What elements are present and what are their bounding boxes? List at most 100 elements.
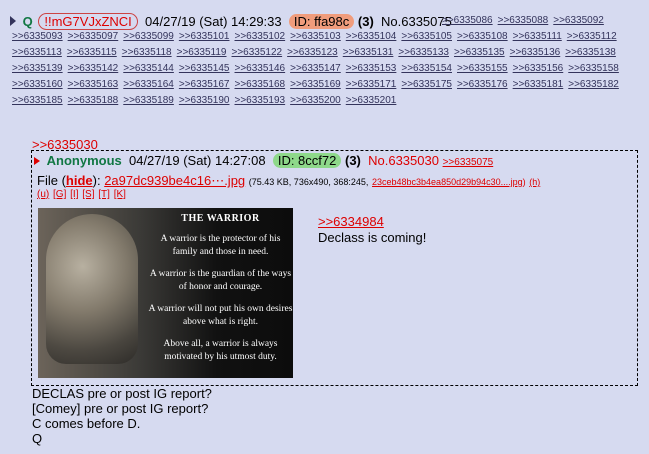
reply-count: (3) (344, 153, 361, 168)
backlink[interactable]: >>6335144 (123, 61, 174, 77)
backlink[interactable]: >>6335153 (346, 61, 397, 77)
reply-count: (3) (357, 14, 374, 29)
post-datetime: 04/27/19 (Sat) 14:27:08 (128, 153, 266, 168)
poster-id-badge[interactable]: ID: 8ccf72 (272, 153, 342, 168)
backlink[interactable]: >>6335104 (346, 29, 397, 45)
backlink[interactable]: >>6335168 (235, 77, 286, 93)
image-caption: THE WARRIOR A warrior is the protector o… (148, 212, 293, 373)
backlink[interactable]: >>6335182 (568, 77, 619, 93)
backlink[interactable]: >>6335108 (457, 29, 508, 45)
backlink[interactable]: >>6335122 (232, 45, 283, 61)
backlink[interactable]: >>6335103 (290, 29, 341, 45)
backlinks-list: >>6335093 >>6335097 >>6335099 >>6335101 >>63… (12, 29, 642, 109)
body-quote-link[interactable]: >>6334984 (318, 214, 384, 229)
backlink[interactable]: >>6335156 (513, 61, 564, 77)
image-tool-link[interactable]: [I] (70, 189, 78, 200)
poster-name: Anonymous (46, 153, 122, 168)
post-message: DECLAS pre or post IG report? [Comey] pr… (32, 386, 212, 446)
post-image[interactable]: THE WARRIOR A warrior is the protector o… (38, 208, 293, 378)
message-line: [Comey] pre or post IG report? (32, 401, 209, 416)
backlink[interactable]: >>6335086 (442, 13, 493, 29)
backlink[interactable]: >>6335097 (68, 29, 119, 45)
backlink[interactable]: >>6335190 (179, 93, 230, 109)
backlink[interactable]: >>6335093 (12, 29, 63, 45)
backlink[interactable]: >>6335133 (398, 45, 449, 61)
body-text: Declass is coming! (318, 230, 427, 245)
image-search-tools: (u) [G] [I] [S] [T] [K] (37, 189, 127, 200)
backlink[interactable]: >>6335171 (346, 77, 397, 93)
backlink[interactable]: >>6335092 (553, 13, 604, 29)
image-tool-link[interactable]: [S] (82, 189, 94, 200)
image-line: A warrior is the protector of his family… (160, 234, 281, 257)
post-datetime: 04/27/19 (Sat) 14:29:33 (145, 14, 282, 29)
backlink[interactable]: >>6335185 (12, 93, 63, 109)
image-tool-link[interactable]: (u) (37, 189, 49, 200)
backlink[interactable]: >>6335102 (235, 29, 286, 45)
backlink[interactable]: >>6335113 (12, 45, 62, 61)
inline-post-header: Anonymous 04/27/19 (Sat) 14:27:08 ID: 8c… (34, 153, 493, 168)
image-tool-link[interactable]: [G] (53, 189, 66, 200)
backlink[interactable]: >>6335136 (510, 45, 561, 61)
backlink[interactable]: >>6335163 (68, 77, 119, 93)
backlink[interactable]: >>6335160 (12, 77, 63, 93)
backlink[interactable]: >>6335181 (513, 77, 564, 93)
backlink[interactable]: >>6335164 (123, 77, 174, 93)
image-tool-link[interactable]: [T] (98, 189, 110, 200)
backlink[interactable]: >>6335200 (290, 93, 341, 109)
backlink[interactable]: >>6335145 (179, 61, 230, 77)
hide-link[interactable]: hide (66, 173, 93, 188)
backlink[interactable]: >>6335075 (443, 157, 494, 168)
poster-name: Q (22, 14, 33, 29)
backlinks-row: >>6335086 >>6335088 >>6335092 (442, 13, 642, 29)
backlink[interactable]: >>6335119 (177, 45, 227, 61)
backlink[interactable]: >>6335138 (565, 45, 616, 61)
op-post: Q !!mG7VJxZNCI 04/27/19 (Sat) 14:29:33 I… (4, 4, 641, 122)
backlink[interactable]: >>6335189 (123, 93, 174, 109)
file-name-link[interactable]: 2a97dc939be4c16⋯.jpg (104, 173, 245, 188)
image-line: Above all, a warrior is always motivated… (163, 339, 278, 362)
backlink[interactable]: >>6335167 (179, 77, 230, 93)
tripcode-badge: !!mG7VJxZNCI (38, 13, 138, 30)
collapse-arrow-icon[interactable] (34, 157, 40, 165)
backlink[interactable]: >>6335201 (346, 93, 397, 109)
post-number[interactable]: No.6335030 (368, 153, 439, 168)
backlink[interactable]: >>6335123 (287, 45, 338, 61)
image-tool-link[interactable]: [K] (114, 189, 126, 200)
backlink[interactable]: >>6335147 (290, 61, 341, 77)
h-link[interactable]: (h) (529, 177, 540, 187)
backlink[interactable]: >>6335155 (457, 61, 508, 77)
backlink[interactable]: >>6335139 (12, 61, 63, 77)
backlink[interactable]: >>6335105 (401, 29, 452, 45)
backlink[interactable]: >>6335112 (567, 29, 617, 45)
warrior-helmet-image (46, 214, 138, 364)
file-hash-link[interactable]: 23ceb48bc3b4ea850d29b94c30....jpg (372, 177, 523, 187)
poster-id-badge[interactable]: ID: ffa98c (288, 14, 355, 29)
inline-quoted-post: Anonymous 04/27/19 (Sat) 14:27:08 ID: 8c… (31, 150, 638, 386)
post-header: Q !!mG7VJxZNCI 04/27/19 (Sat) 14:29:33 I… (10, 13, 452, 30)
backlink[interactable]: >>6335088 (498, 13, 549, 29)
backlink[interactable]: >>6335115 (67, 45, 117, 61)
backlink[interactable]: >>6335131 (343, 45, 394, 61)
backlink[interactable]: >>6335188 (68, 93, 119, 109)
expand-arrow-icon[interactable] (10, 16, 16, 26)
backlink[interactable]: >>6335099 (123, 29, 174, 45)
file-label: File (37, 173, 58, 188)
file-info: File (hide): 2a97dc939be4c16⋯.jpg (75.43… (37, 173, 541, 188)
backlink[interactable]: >>6335142 (68, 61, 119, 77)
backlink[interactable]: >>6335169 (290, 77, 341, 93)
backlink[interactable]: >>6335146 (235, 61, 286, 77)
backlink[interactable]: >>6335158 (568, 61, 619, 77)
image-line: A warrior will not put his own desires a… (148, 304, 293, 327)
backlink[interactable]: >>6335176 (457, 77, 508, 93)
backlink[interactable]: >>6335135 (454, 45, 505, 61)
message-line: C comes before D. (32, 416, 141, 431)
file-meta: (75.43 KB, 736x490, 368:245, (248, 177, 369, 187)
backlink[interactable]: >>6335111 (513, 29, 562, 45)
backlink[interactable]: >>6335175 (401, 77, 452, 93)
backlink[interactable]: >>6335154 (401, 61, 452, 77)
message-line: DECLAS pre or post IG report? (32, 386, 212, 401)
backlink[interactable]: >>6335101 (179, 29, 230, 45)
backlink[interactable]: >>6335118 (122, 45, 172, 61)
image-title: THE WARRIOR (181, 213, 260, 224)
backlink[interactable]: >>6335193 (235, 93, 286, 109)
